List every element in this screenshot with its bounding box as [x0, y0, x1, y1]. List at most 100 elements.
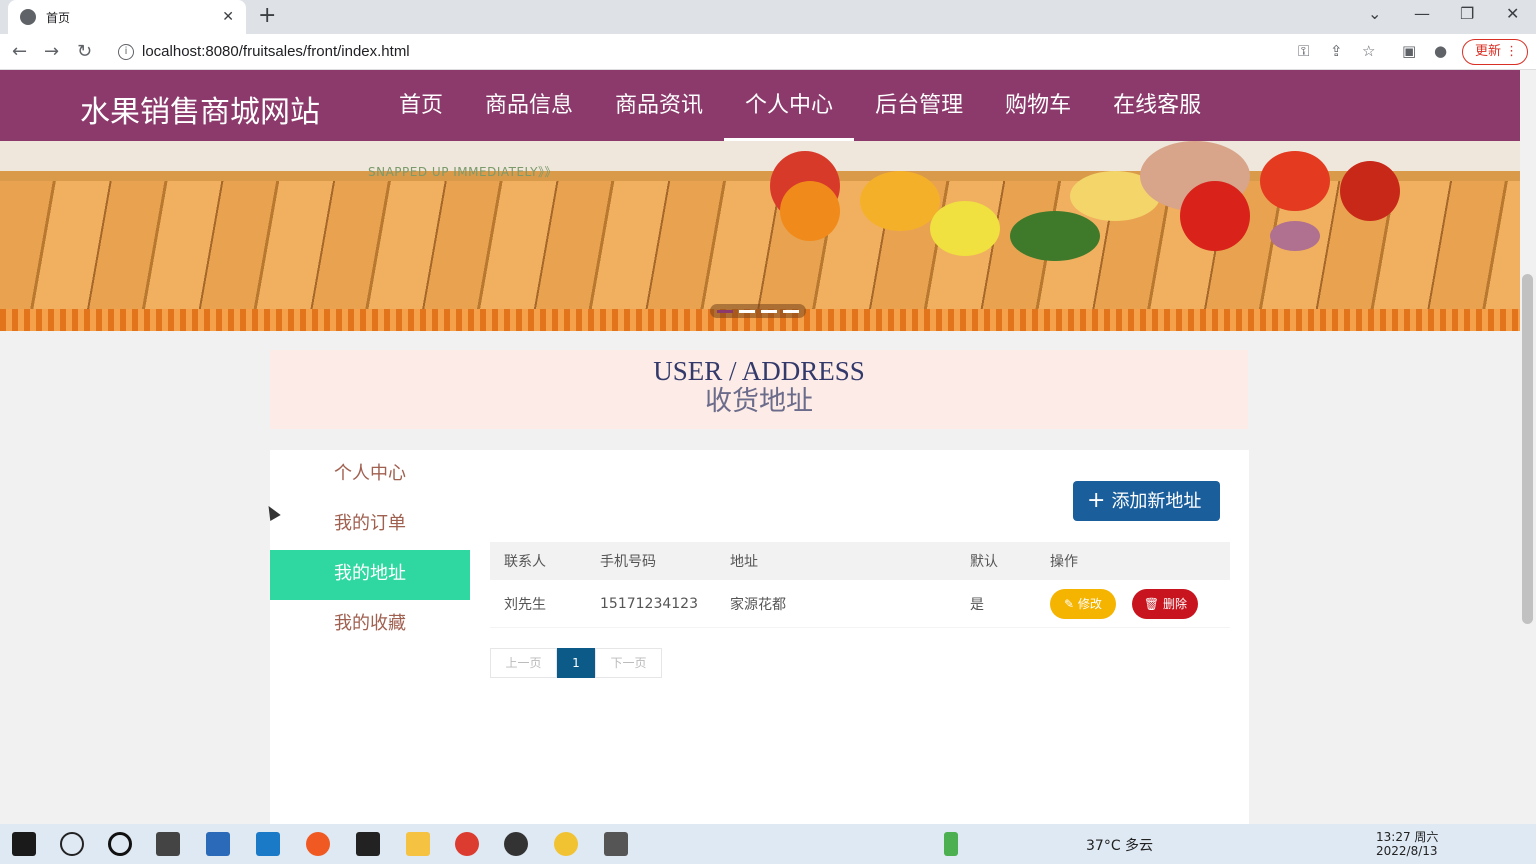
nav-products[interactable]: 商品信息: [464, 70, 594, 141]
broccoli-image: [1010, 211, 1100, 261]
app-icon-3[interactable]: [604, 832, 628, 856]
battery-icon[interactable]: [944, 832, 958, 856]
prev-page-button[interactable]: 上一页: [490, 648, 557, 678]
delete-label: 删除: [1162, 596, 1187, 611]
address-panel: 个人中心 我的订单 我的地址 我的收藏 + 添加新地址 联系人 手机号码 地址 默…: [270, 450, 1249, 830]
close-tab-icon[interactable]: ✕: [222, 9, 234, 25]
cell-default: 是: [970, 596, 984, 613]
pagination: 上一页 1 下一页: [490, 648, 662, 678]
task-view-icon[interactable]: [156, 832, 180, 856]
chrome-icon[interactable]: [455, 832, 479, 856]
table-header: 联系人 手机号码 地址 默认 操作: [490, 542, 1230, 580]
sidebar-item-orders[interactable]: 我的订单: [270, 500, 470, 550]
section-title-block: USER / ADDRESS 收货地址: [270, 350, 1248, 429]
new-tab-icon[interactable]: +: [258, 5, 276, 27]
windows-start-icon[interactable]: [12, 832, 36, 856]
add-address-button[interactable]: + 添加新地址: [1073, 481, 1220, 521]
nav-home[interactable]: 首页: [378, 70, 464, 141]
search-icon[interactable]: [60, 832, 84, 856]
file-explorer-icon[interactable]: [406, 832, 430, 856]
onion-image: [1270, 221, 1320, 251]
banner-caption: SNAPPED UP IMMEDIATELY》》: [368, 165, 557, 179]
update-label: 更新: [1475, 44, 1502, 59]
firefox-icon[interactable]: [306, 832, 330, 856]
browser-tab-bar: 首页 ✕ + ⌄ — ❐ ✕: [0, 0, 1536, 34]
lemon-image: [930, 201, 1000, 256]
col-contact: 联系人: [504, 554, 546, 570]
nav-admin[interactable]: 后台管理: [854, 70, 984, 141]
pencil-icon: ✎: [1064, 596, 1078, 611]
delete-button[interactable]: 🗑 删除: [1132, 588, 1199, 619]
clock-date[interactable]: 2022/8/13: [1376, 844, 1438, 858]
col-phone: 手机号码: [600, 554, 656, 570]
cell-address: 家源花都: [730, 596, 786, 613]
windows-taskbar: 37°C 多云 13:27 周六 2022/8/13: [0, 824, 1536, 864]
cell-actions: ✎ 修改 🗑 删除: [1050, 588, 1230, 619]
site-logo[interactable]: 水果销售商城网站: [80, 87, 320, 131]
col-address: 地址: [730, 554, 758, 570]
carousel-dot[interactable]: [783, 309, 799, 313]
sidepanel-icon[interactable]: ▣: [1402, 42, 1416, 60]
browser-tab[interactable]: 首页 ✕: [8, 0, 246, 34]
section-title-en: USER / ADDRESS: [653, 356, 865, 386]
tomato-image-2: [1340, 161, 1400, 221]
cell-phone: 15171234123: [600, 595, 698, 612]
address-table: 联系人 手机号码 地址 默认 操作 刘先生 15171234123 家源花都 是…: [490, 542, 1230, 628]
nav-user-center[interactable]: 个人中心: [724, 70, 855, 141]
forward-icon[interactable]: →: [44, 41, 59, 62]
add-address-label: 添加新地址: [1111, 491, 1202, 512]
tomato-image: [1260, 151, 1330, 211]
reload-icon[interactable]: ↻: [77, 41, 92, 62]
sidebar-item-profile[interactable]: 个人中心: [270, 450, 470, 500]
cell-contact: 刘先生: [504, 596, 546, 613]
pepper-image: [1180, 181, 1250, 251]
site-header: 水果销售商城网站 首页 商品信息 商品资讯 个人中心 后台管理 购物车 在线客服: [0, 70, 1520, 141]
carousel-dot[interactable]: [717, 309, 733, 313]
next-page-button[interactable]: 下一页: [595, 648, 662, 678]
nav-support[interactable]: 在线客服: [1092, 70, 1222, 141]
address-bar[interactable]: localhost:8080/fruitsales/front/index.ht…: [142, 43, 410, 60]
profile-icon[interactable]: ●: [1434, 42, 1447, 60]
back-icon[interactable]: ←: [12, 41, 27, 62]
nav-cart[interactable]: 购物车: [984, 70, 1092, 141]
star-icon[interactable]: ☆: [1362, 42, 1375, 60]
page-scrollbar[interactable]: [1520, 70, 1536, 824]
orange-image: [780, 181, 840, 241]
share-icon[interactable]: ⇪: [1330, 42, 1343, 60]
carousel-indicators: [710, 304, 806, 318]
plus-icon: +: [1087, 488, 1106, 513]
close-window-icon[interactable]: ✕: [1506, 4, 1519, 23]
nav-news[interactable]: 商品资讯: [594, 70, 724, 141]
update-button[interactable]: 更新 ⋮: [1462, 39, 1528, 65]
restore-icon[interactable]: ❐: [1460, 4, 1474, 23]
app-icon-2[interactable]: [554, 832, 578, 856]
app-icon[interactable]: [504, 832, 528, 856]
edit-button[interactable]: ✎ 修改: [1050, 588, 1116, 619]
carousel-dot[interactable]: [761, 309, 777, 313]
key-icon[interactable]: ⚿: [1298, 42, 1309, 60]
store-icon[interactable]: [206, 832, 230, 856]
cortana-icon[interactable]: [108, 832, 132, 856]
globe-icon: [20, 9, 36, 25]
section-title-cn: 收货地址: [705, 386, 813, 417]
browser-toolbar: ← → ↻ i localhost:8080/fruitsales/front/…: [0, 34, 1536, 70]
page-1-button[interactable]: 1: [557, 648, 595, 678]
tab-title: 首页: [46, 10, 71, 25]
mail-icon[interactable]: [256, 832, 280, 856]
weather-text[interactable]: 37°C 多云: [1086, 835, 1153, 855]
orange-slice-image: [860, 171, 940, 231]
carousel-dot[interactable]: [739, 309, 755, 313]
sidebar-item-addresses[interactable]: 我的地址: [270, 550, 470, 600]
table-row: 刘先生 15171234123 家源花都 是 ✎ 修改 🗑 删除: [490, 580, 1230, 628]
clock-time[interactable]: 13:27 周六: [1376, 828, 1438, 845]
info-icon[interactable]: i: [118, 44, 134, 60]
banner-carousel[interactable]: SNAPPED UP IMMEDIATELY》》: [0, 141, 1520, 331]
scrollbar-thumb[interactable]: [1522, 274, 1533, 624]
minimize-icon[interactable]: —: [1414, 4, 1430, 23]
user-sidebar: 个人中心 我的订单 我的地址 我的收藏: [270, 450, 470, 650]
col-actions: 操作: [1050, 554, 1078, 570]
trash-icon: 🗑: [1143, 596, 1163, 611]
chevron-down-icon[interactable]: ⌄: [1368, 4, 1381, 23]
sidebar-item-favorites[interactable]: 我的收藏: [270, 600, 470, 650]
intellij-icon[interactable]: [356, 832, 380, 856]
